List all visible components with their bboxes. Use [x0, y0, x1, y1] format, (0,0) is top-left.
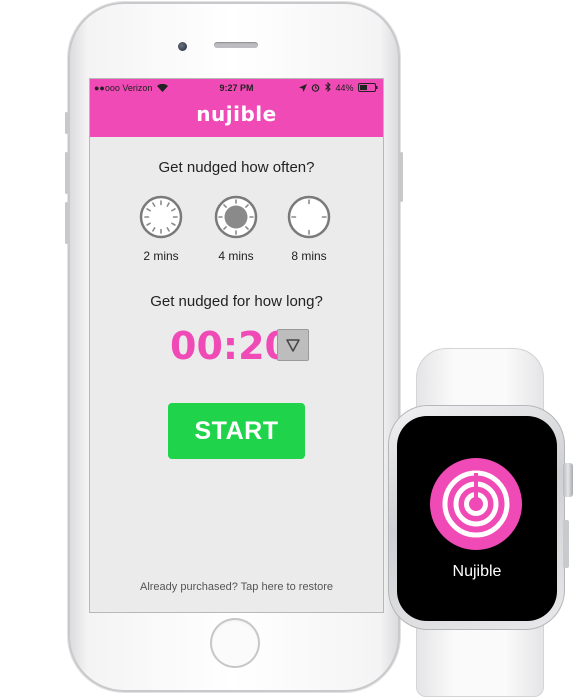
battery-percent: 44%: [335, 83, 354, 93]
frequency-option-4-mins[interactable]: [214, 195, 258, 239]
battery-icon: [358, 80, 378, 98]
duration-value[interactable]: 00:20: [170, 324, 291, 368]
frequency-option-8-mins[interactable]: [287, 195, 331, 239]
dial-selected-icon: [214, 195, 258, 239]
phone-screen: ●●ooo Verizon 9:27 PM 44% nujible Get nu…: [89, 78, 384, 613]
status-right: 44%: [298, 79, 378, 98]
duration-question: Get nudged for how long?: [150, 293, 323, 310]
bluetooth-icon: [325, 80, 331, 98]
watch-app-name: Nujible: [452, 563, 502, 580]
triangle-down-icon: [286, 339, 300, 352]
dial-icon: [139, 195, 183, 239]
front-camera: [178, 42, 187, 51]
start-button[interactable]: START: [168, 403, 305, 459]
frequency-label: 2 mins: [143, 249, 179, 263]
app-title: nujible: [90, 97, 383, 137]
volume-down-button: [65, 202, 68, 244]
mute-switch: [65, 112, 68, 134]
earpiece-speaker: [214, 42, 258, 48]
frequency-label: 4 mins: [218, 249, 254, 263]
location-arrow-icon: [298, 80, 307, 98]
frequency-option-2-mins[interactable]: [139, 195, 183, 239]
home-button[interactable]: [210, 618, 260, 668]
dial-icon: [287, 195, 331, 239]
status-bar: ●●ooo Verizon 9:27 PM 44%: [90, 79, 383, 97]
duration-dropdown-button[interactable]: [277, 329, 309, 361]
frequency-label: 8 mins: [291, 249, 327, 263]
frequency-question: Get nudged how often?: [158, 159, 315, 176]
iphone-device: ●●ooo Verizon 9:27 PM 44% nujible Get nu…: [65, 2, 403, 692]
alarm-icon: [311, 80, 320, 98]
power-button: [400, 152, 403, 202]
volume-up-button: [65, 152, 68, 194]
restore-purchase-link[interactable]: Already purchased? Tap here to restore: [90, 581, 383, 593]
concentric-rings-icon[interactable]: [430, 458, 522, 550]
digital-crown: [563, 463, 573, 497]
watch-side-button: [563, 520, 569, 568]
